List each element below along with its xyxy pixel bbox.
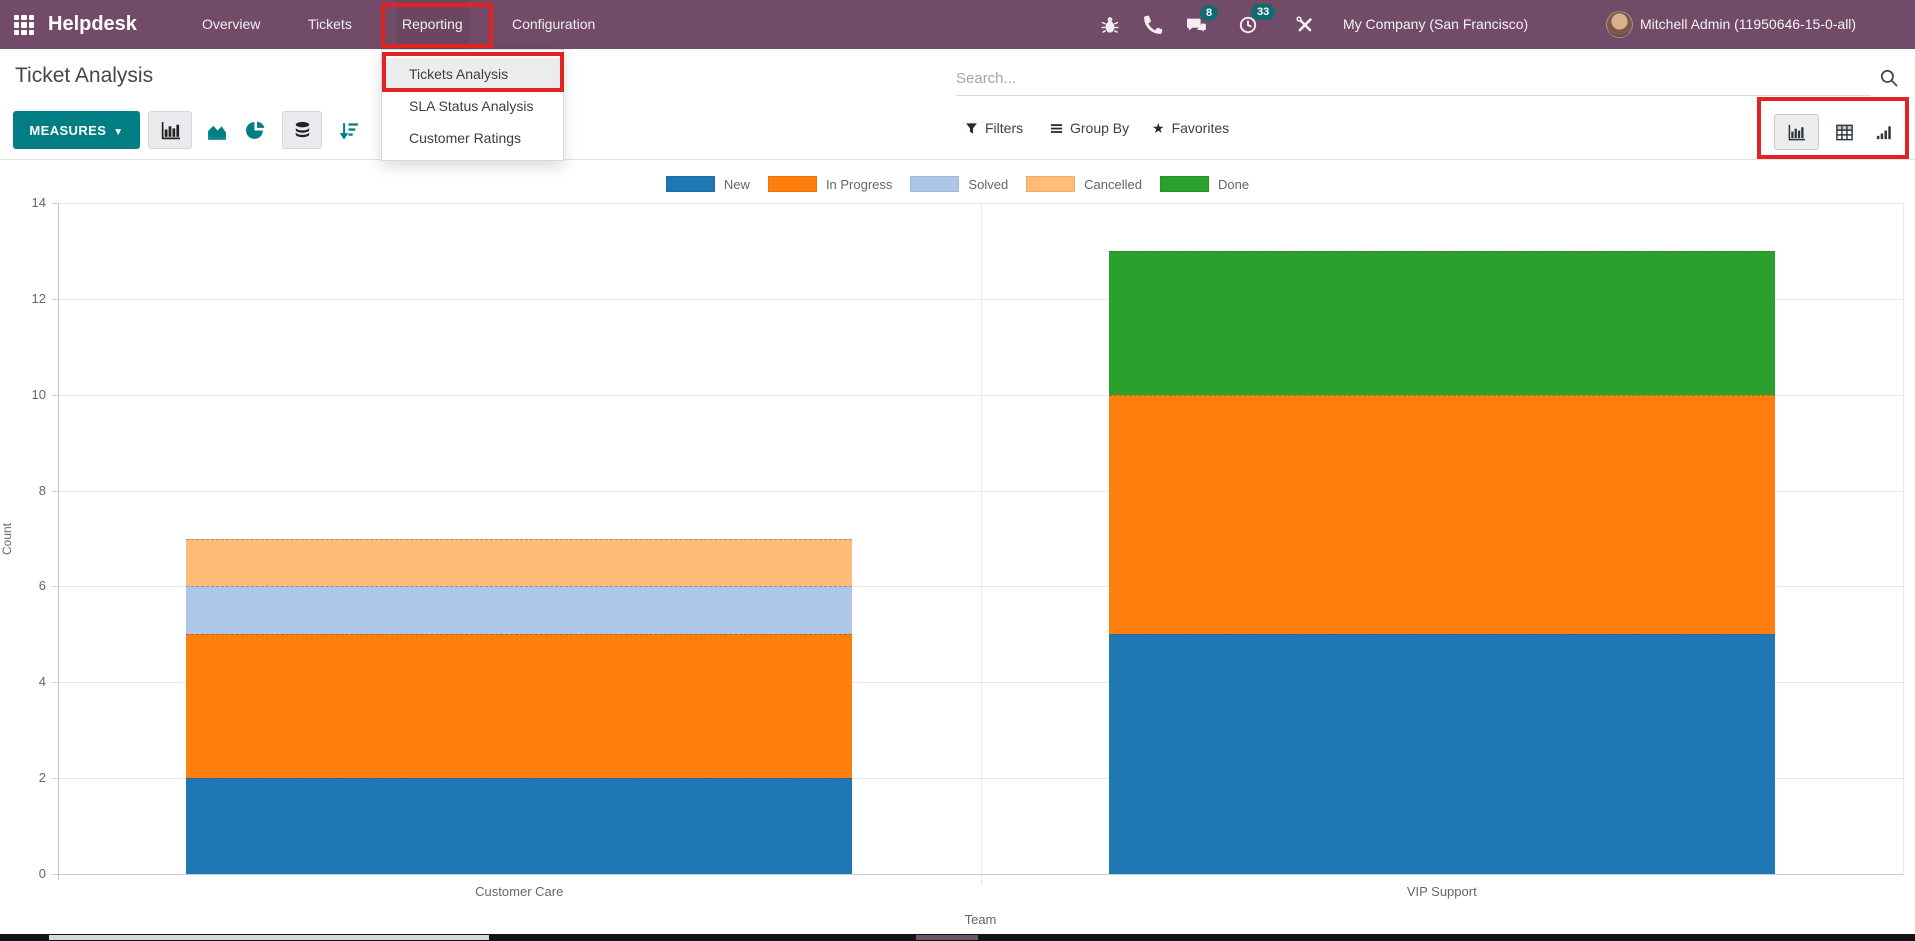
apps-grid-icon[interactable]	[14, 15, 34, 35]
cohort-bars-icon	[1875, 123, 1894, 142]
legend-item-cancelled[interactable]: Cancelled	[1026, 176, 1142, 192]
user-menu[interactable]: Mitchell Admin (11950646-15-0-all)	[1640, 0, 1856, 49]
bar-segment-customer-care-solved[interactable]	[186, 586, 852, 634]
x-tick-label-vip-support: VIP Support	[1322, 884, 1562, 899]
nav-menu-tickets[interactable]: Tickets	[302, 0, 358, 49]
reporting-dropdown-menu: Tickets AnalysisSLA Status AnalysisCusto…	[381, 49, 564, 161]
company-switcher[interactable]: My Company (San Francisco)	[1343, 0, 1528, 49]
legend-swatch-in-progress	[768, 176, 817, 192]
legend-label: Done	[1218, 177, 1249, 192]
pie-chart-icon	[245, 120, 266, 141]
y-tick-label-2: 2	[12, 770, 46, 785]
measures-button[interactable]: MEASURES▼	[13, 111, 140, 149]
search-input[interactable]	[956, 62, 1871, 96]
legend-label: Cancelled	[1084, 177, 1142, 192]
bug-icon[interactable]	[1100, 15, 1120, 35]
area-chart-icon	[206, 120, 227, 141]
bar-segment-customer-care-new[interactable]	[186, 778, 852, 874]
y-axis-title: Count	[0, 506, 14, 572]
page-title: Ticket Analysis	[15, 64, 153, 88]
bottom-edge-purple-segment	[916, 935, 978, 940]
chevron-down-icon: ▼	[113, 127, 123, 138]
activities-badge[interactable]: 33	[1251, 4, 1275, 20]
legend-item-solved[interactable]: Solved	[910, 176, 1008, 192]
legend-label: Solved	[968, 177, 1008, 192]
gridline-x-right	[1903, 203, 1904, 876]
legend-item-done[interactable]: Done	[1160, 176, 1249, 192]
dropdown-item-customer-ratings[interactable]: Customer Ratings	[382, 122, 563, 154]
line-chart-type-button[interactable]	[196, 111, 236, 149]
legend-item-in-progress[interactable]: In Progress	[768, 176, 892, 192]
app-brand[interactable]: Helpdesk	[48, 0, 137, 49]
chart-legend: New In Progress Solved Cancelled Done	[0, 176, 1915, 192]
bottom-edge-light-segment	[49, 935, 489, 940]
legend-swatch-solved	[910, 176, 959, 192]
bar-chart-type-button[interactable]	[148, 111, 192, 149]
y-tick-label-8: 8	[12, 483, 46, 498]
funnel-icon	[965, 122, 978, 135]
y-tick-label-0: 0	[12, 866, 46, 881]
bar-chart-icon	[160, 120, 181, 141]
sort-descending-icon	[339, 120, 360, 141]
nav-menu-reporting[interactable]: Reporting	[396, 0, 469, 49]
nav-menu-overview[interactable]: Overview	[196, 0, 266, 49]
legend-swatch-done	[1160, 176, 1209, 192]
y-tick-label-4: 4	[12, 674, 46, 689]
dropdown-item-sla-status-analysis[interactable]: SLA Status Analysis	[382, 90, 563, 122]
legend-item-new[interactable]: New	[666, 176, 750, 192]
legend-label: New	[724, 177, 750, 192]
star-icon: ★	[1152, 120, 1165, 137]
stacked-toggle-button[interactable]	[282, 111, 322, 149]
bar-segment-vip-support-in-progress[interactable]	[1109, 395, 1775, 635]
sort-descending-button[interactable]	[330, 111, 368, 149]
list-lines-icon	[1050, 122, 1063, 135]
tools-icon[interactable]	[1295, 15, 1315, 35]
dropdown-item-tickets-analysis[interactable]: Tickets Analysis	[382, 58, 563, 90]
view-switcher-graph[interactable]	[1774, 114, 1819, 150]
y-tick-label-6: 6	[12, 578, 46, 593]
gridline-x-mid	[981, 203, 982, 885]
y-tick-label-12: 12	[12, 291, 46, 306]
y-tick-label-10: 10	[12, 387, 46, 402]
stacked-database-icon	[292, 120, 313, 141]
view-switcher-cohort[interactable]	[1864, 114, 1904, 150]
pie-chart-type-button[interactable]	[236, 111, 274, 149]
x-axis-title: Team	[921, 912, 1041, 927]
messages-badge[interactable]: 8	[1200, 5, 1218, 21]
chart-area: NewIn ProgressSolvedCancelledDone Count …	[0, 160, 1915, 934]
nav-menu-configuration[interactable]: Configuration	[506, 0, 601, 49]
bar-segment-customer-care-cancelled[interactable]	[186, 539, 852, 587]
bar-segment-customer-care-in-progress[interactable]	[186, 634, 852, 778]
graph-view-icon	[1787, 123, 1806, 142]
pivot-table-icon	[1835, 123, 1854, 142]
x-tick-label-customer-care: Customer Care	[399, 884, 639, 899]
top-navbar: Helpdesk Overview Tickets Reporting Configu…	[0, 0, 1915, 49]
legend-swatch-new	[666, 176, 715, 192]
view-switcher-pivot[interactable]	[1824, 114, 1864, 150]
filters-button[interactable]: Filters	[965, 111, 1023, 145]
y-tick-label-14: 14	[12, 195, 46, 210]
bar-segment-vip-support-new[interactable]	[1109, 634, 1775, 874]
y-axis-line	[58, 203, 59, 880]
control-panel: Ticket Analysis MEASURES▼ Filters Group …	[0, 49, 1915, 160]
x-axis-line	[58, 874, 1903, 875]
legend-label: In Progress	[826, 177, 892, 192]
group-by-button[interactable]: Group By	[1050, 111, 1129, 145]
favorites-button[interactable]: ★ Favorites	[1152, 111, 1229, 145]
search-icon[interactable]	[1879, 68, 1899, 88]
bar-segment-vip-support-done[interactable]	[1109, 251, 1775, 395]
bottom-edge-bar	[0, 934, 1915, 941]
phone-icon[interactable]	[1143, 15, 1163, 35]
user-avatar[interactable]	[1606, 11, 1633, 38]
legend-swatch-cancelled	[1026, 176, 1075, 192]
